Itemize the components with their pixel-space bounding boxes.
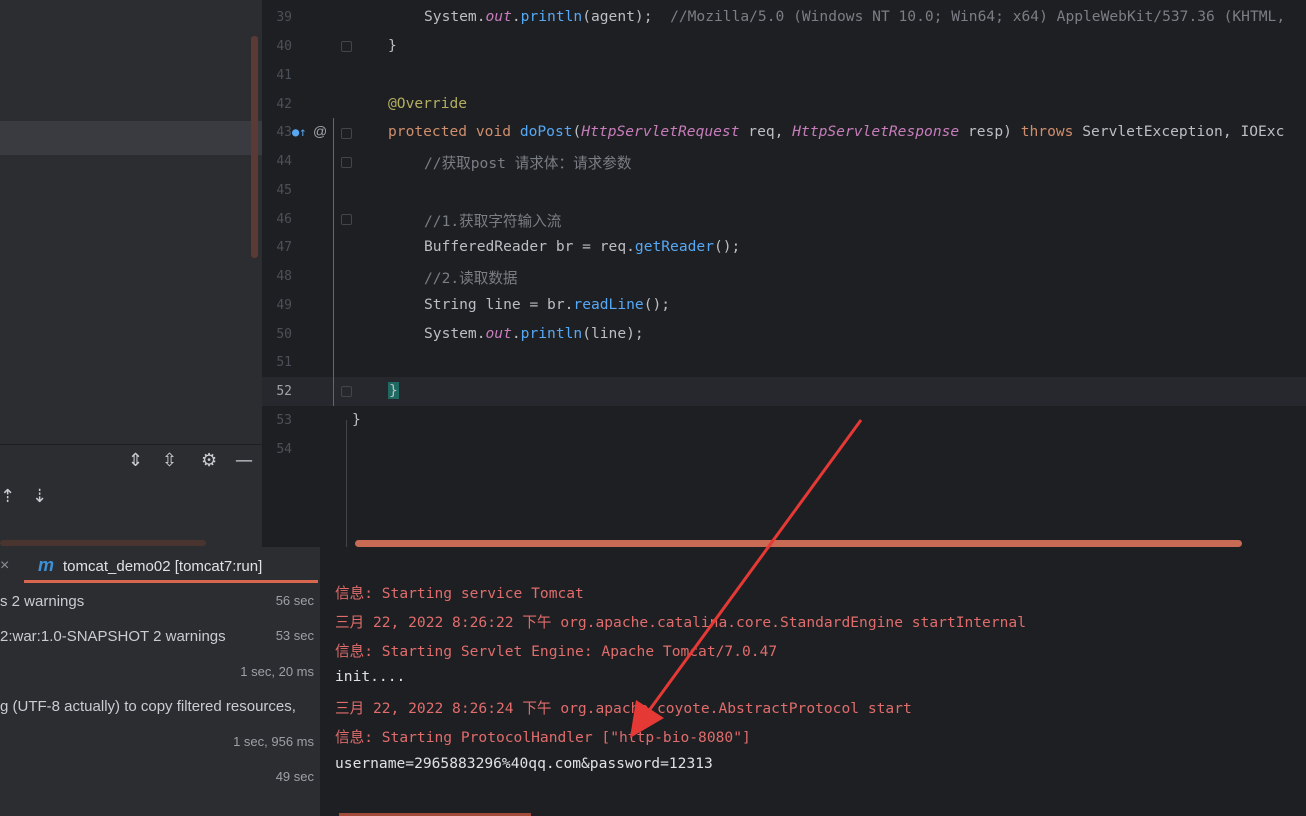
arrow-shaft bbox=[646, 419, 863, 713]
annotation-arrow bbox=[630, 419, 863, 738]
arrow-head bbox=[630, 700, 664, 738]
